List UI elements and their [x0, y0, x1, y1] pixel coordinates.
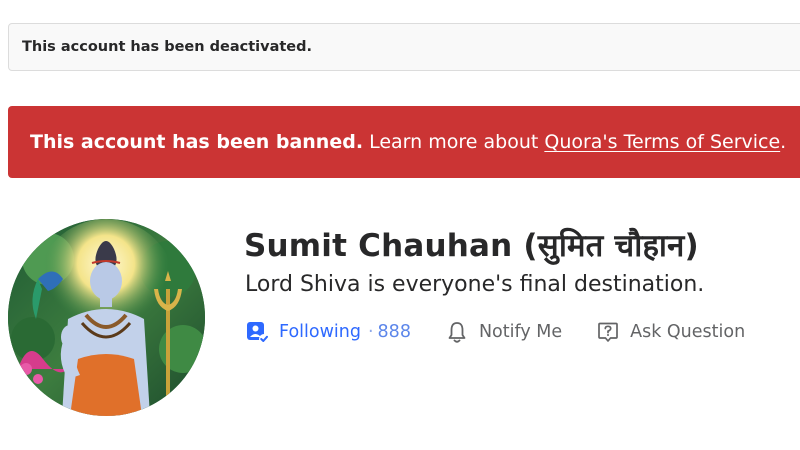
banned-notice: This account has been banned. Learn more…	[8, 106, 800, 178]
banned-notice-title: This account has been banned.	[30, 131, 364, 153]
shiva-avatar-icon	[8, 219, 205, 416]
terms-of-service-link[interactable]: Quora's Terms of Service	[544, 131, 780, 153]
ask-question-icon	[596, 320, 620, 344]
profile-page: This account has been deactivated. This …	[0, 0, 800, 450]
ask-question-label: Ask Question	[630, 322, 746, 342]
following-count: 888	[377, 322, 411, 342]
following-button[interactable]: Following · 888	[245, 320, 411, 344]
notify-me-label: Notify Me	[478, 322, 563, 342]
banned-notice-text: Learn more about	[363, 131, 545, 153]
deactivated-notice: This account has been deactivated.	[8, 23, 800, 71]
notify-me-button[interactable]: Notify Me	[445, 320, 562, 344]
avatar[interactable]	[8, 219, 205, 416]
following-icon	[245, 320, 269, 344]
profile-actions: Following · 888 Notify Me Ask Question	[245, 316, 745, 348]
ask-question-button[interactable]: Ask Question	[596, 320, 745, 344]
banned-notice-period: .	[780, 131, 787, 153]
deactivated-notice-text: This account has been deactivated.	[22, 39, 313, 55]
profile-name: Sumit Chauhan (सुमित चौहान)	[244, 228, 699, 264]
following-separator: ·	[367, 322, 374, 342]
following-label: Following	[279, 322, 361, 342]
profile-bio: Lord Shiva is everyone's final destinati…	[245, 272, 705, 297]
bell-icon	[445, 320, 469, 344]
